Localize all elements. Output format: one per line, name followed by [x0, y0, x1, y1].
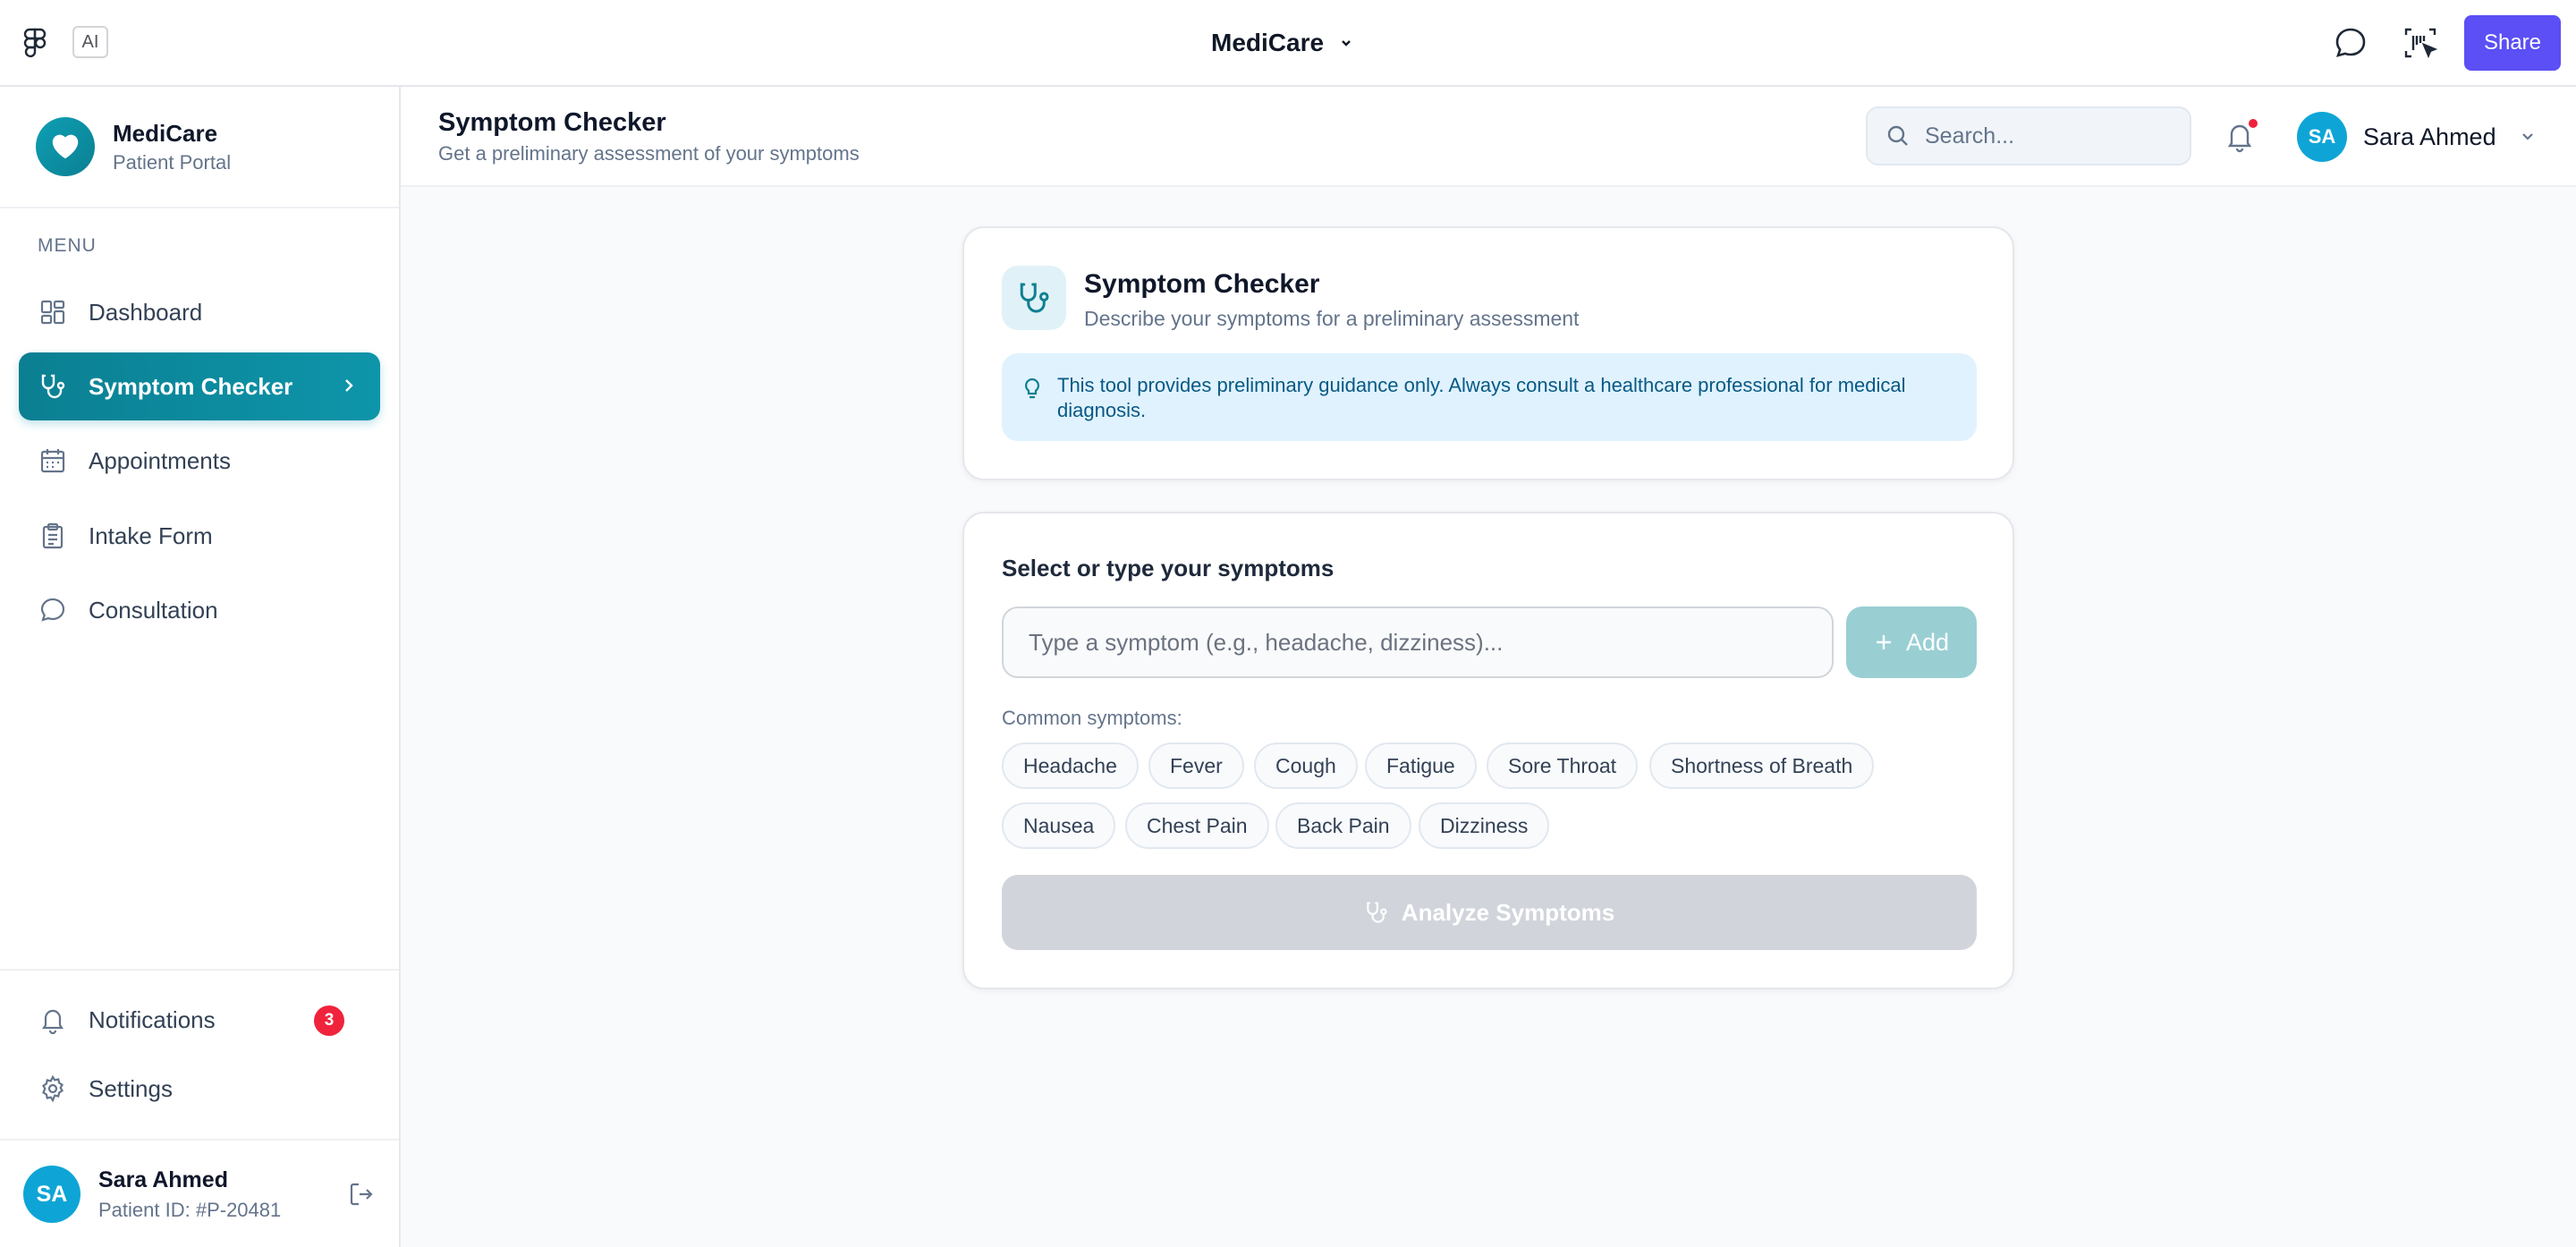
sidebar-item-label: Appointments — [89, 446, 231, 474]
sidebar-item-notifications[interactable]: Notifications 3 — [19, 986, 380, 1054]
avatar: SA — [23, 1166, 80, 1223]
patient-id: Patient ID: #P-20481 — [98, 1198, 282, 1221]
symptom-chip[interactable]: Chest Pain — [1125, 802, 1269, 849]
notification-count-badge: 3 — [314, 1005, 344, 1036]
ai-button[interactable]: AI — [72, 26, 108, 58]
share-button[interactable]: Share — [2464, 15, 2561, 71]
search-box[interactable] — [1866, 106, 2191, 165]
stethoscope-icon — [1367, 902, 1387, 923]
menu-label: MENU — [38, 235, 97, 256]
sidebar-item-dashboard[interactable]: Dashboard — [19, 278, 380, 346]
chat-bubble-icon[interactable] — [2333, 25, 2368, 61]
symptom-chip[interactable]: Shortness of Breath — [1649, 742, 1875, 789]
sidebar-item-label: Notifications — [89, 1005, 216, 1033]
user-name: Sara Ahmed — [98, 1166, 228, 1192]
project-title-dropdown[interactable]: MediCare — [1211, 25, 1354, 61]
brand-name: MediCare — [113, 119, 218, 147]
sidebar-item-consultation[interactable]: Consultation — [19, 576, 380, 644]
page-header: Symptom Checker Get a preliminary assess… — [401, 87, 2576, 187]
user-name: Sara Ahmed — [2363, 123, 2496, 150]
clipboard-icon — [42, 522, 64, 549]
gear-icon — [42, 1074, 64, 1103]
symptom-chip[interactable]: Sore Throat — [1487, 742, 1639, 789]
bell-icon — [41, 1009, 64, 1034]
add-symptom-button[interactable]: Add — [1846, 607, 1977, 678]
inspect-icon[interactable] — [2402, 25, 2438, 61]
calendar-icon — [40, 449, 65, 473]
add-label: Add — [1905, 628, 1950, 656]
sidebar-item-symptom-checker[interactable]: Symptom Checker — [19, 352, 380, 420]
chevron-down-icon — [1342, 40, 1351, 47]
card-title: Symptom Checker — [1084, 269, 1320, 299]
disclaimer-notice: This tool provides preliminary guidance … — [1002, 353, 1977, 441]
chat-icon — [40, 598, 65, 622]
logout-icon[interactable] — [347, 1180, 376, 1209]
lightbulb-icon — [1024, 377, 1040, 399]
divider — [0, 1139, 399, 1141]
unread-indicator — [2247, 117, 2259, 130]
search-input[interactable] — [1925, 123, 2175, 149]
symptom-chip[interactable]: Cough — [1254, 742, 1358, 789]
sidebar-item-label: Dashboard — [89, 298, 203, 326]
sidebar-item-settings[interactable]: Settings — [19, 1055, 380, 1123]
sidebar-user[interactable]: SA Sara Ahmed Patient ID: #P-20481 — [23, 1166, 281, 1223]
symptom-chip[interactable]: Headache — [1002, 742, 1139, 789]
sidebar-item-label: Symptom Checker — [89, 372, 293, 400]
sidebar-item-intake-form[interactable]: Intake Form — [19, 502, 380, 570]
card-subtitle: Describe your symptoms for a preliminary… — [1084, 307, 1580, 330]
heart-logo-icon — [36, 117, 95, 176]
symptom-chip[interactable]: Dizziness — [1419, 802, 1550, 849]
divider — [0, 969, 399, 971]
symptom-section-label: Select or type your symptoms — [1002, 555, 1335, 581]
stethoscope-icon — [41, 374, 65, 399]
brand-subtitle: Patient Portal — [113, 150, 232, 174]
sidebar-item-label: Settings — [89, 1074, 173, 1102]
notice-text-line1: This tool provides preliminary guidance … — [1057, 374, 1906, 396]
figma-logo-icon[interactable] — [21, 27, 48, 59]
avatar: SA — [2297, 112, 2347, 162]
symptom-chip[interactable]: Nausea — [1002, 802, 1116, 849]
analyze-symptoms-button[interactable]: Analyze Symptoms — [1002, 875, 1977, 950]
sidebar: MediCare Patient Portal MENU Dashboard S… — [0, 87, 401, 1247]
project-title: MediCare — [1211, 29, 1325, 56]
chevron-down-icon — [2521, 133, 2533, 140]
analyze-label: Analyze Symptoms — [1401, 898, 1615, 926]
user-menu[interactable]: SA Sara Ahmed — [2297, 112, 2538, 162]
chevron-right-icon — [345, 379, 353, 392]
intro-card: Symptom Checker Describe your symptoms f… — [962, 226, 2014, 480]
common-symptoms-label: Common symptoms: — [1002, 707, 1182, 729]
plus-icon — [1876, 635, 1891, 649]
symptom-chip[interactable]: Back Pain — [1275, 802, 1411, 849]
sidebar-item-label: Consultation — [89, 596, 218, 624]
dashboard-icon — [40, 300, 65, 325]
brand[interactable]: MediCare Patient Portal — [36, 117, 231, 176]
notice-text-line2: diagnosis. — [1057, 399, 1147, 421]
symptom-chip[interactable]: Fever — [1148, 742, 1244, 789]
symptom-input[interactable] — [1002, 607, 1834, 678]
search-icon — [1887, 125, 1908, 146]
stethoscope-icon — [1002, 266, 1066, 330]
divider — [0, 207, 399, 208]
symptom-chip[interactable]: Fatigue — [1365, 742, 1477, 789]
sidebar-item-label: Intake Form — [89, 522, 213, 549]
sidebar-item-appointments[interactable]: Appointments — [19, 427, 380, 495]
symptom-input-card: Select or type your symptoms Add Common … — [962, 512, 2014, 989]
app-toolbar: AI MediCare Share — [0, 0, 2576, 87]
page-title: Symptom Checker — [438, 108, 666, 137]
page-subtitle: Get a preliminary assessment of your sym… — [438, 142, 860, 165]
